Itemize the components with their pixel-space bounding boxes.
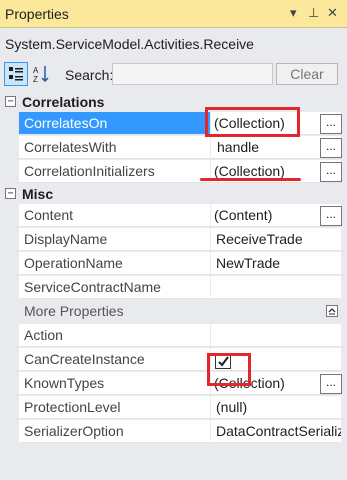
property-row[interactable]: Action	[0, 324, 347, 348]
property-name[interactable]: OperationName	[19, 252, 210, 275]
property-name[interactable]: SerializerOption	[19, 420, 210, 443]
property-row[interactable]: CorrelatesOn (Collection) ...	[0, 112, 347, 136]
ellipsis-button[interactable]: ...	[320, 114, 342, 134]
annotation-strikethrough	[200, 178, 301, 181]
property-value[interactable]: ReceiveTrade	[211, 228, 341, 251]
more-properties-label: More Properties	[19, 300, 341, 323]
panel-footer	[0, 462, 347, 480]
category-misc: − Misc	[0, 184, 347, 204]
property-value[interactable]: NewTrade	[211, 252, 341, 275]
categorized-view-button[interactable]	[4, 62, 28, 86]
selected-object-type: System.ServiceModel.Activities.Receive	[5, 36, 254, 52]
property-row[interactable]: CanCreateInstance	[0, 348, 347, 372]
property-row[interactable]: OperationName NewTrade	[0, 252, 347, 276]
property-value[interactable]	[211, 324, 341, 347]
can-create-instance-checkbox[interactable]	[215, 353, 231, 369]
collapse-toggle-icon[interactable]: −	[5, 96, 16, 107]
checkmark-icon	[218, 356, 229, 367]
property-name[interactable]: CorrelatesOn	[19, 112, 210, 135]
svg-text:Z: Z	[33, 75, 38, 83]
categorized-icon	[9, 67, 23, 81]
search-input[interactable]	[112, 63, 273, 85]
pin-icon[interactable]: ⊥	[308, 5, 319, 21]
category-label: Misc	[22, 186, 54, 202]
collapse-toggle-icon[interactable]: −	[5, 188, 16, 199]
property-name[interactable]: DisplayName	[19, 228, 210, 251]
dropdown-icon[interactable]: ▾	[290, 5, 297, 21]
ellipsis-button[interactable]: ...	[320, 138, 342, 158]
more-properties-header[interactable]: More Properties	[0, 300, 347, 324]
property-value[interactable]: DataContractSerializer	[211, 420, 341, 443]
property-row[interactable]: KnownTypes (Collection) ...	[0, 372, 347, 396]
svg-text:A: A	[33, 66, 39, 75]
property-grid: − Correlations CorrelatesOn (Collection)…	[0, 92, 347, 444]
collapse-up-icon[interactable]	[326, 305, 338, 317]
property-row[interactable]: SerializerOption DataContractSerializer	[0, 420, 347, 444]
property-name[interactable]: ServiceContractName	[19, 276, 210, 299]
property-row[interactable]: Content (Content) ...	[0, 204, 347, 228]
ellipsis-button[interactable]: ...	[320, 206, 342, 226]
property-toolbar: A Z Search: Clear	[0, 60, 347, 88]
property-value[interactable]	[211, 276, 341, 299]
property-name[interactable]: CorrelatesWith	[19, 136, 210, 159]
sort-az-icon: A Z	[33, 66, 49, 83]
ellipsis-button[interactable]: ...	[320, 162, 342, 182]
category-label: Correlations	[22, 94, 105, 110]
ellipsis-button[interactable]: ...	[320, 374, 342, 394]
window-title: Properties	[5, 6, 69, 22]
category-correlations: − Correlations	[0, 92, 347, 112]
property-name[interactable]: CanCreateInstance	[19, 348, 210, 371]
property-row[interactable]: ProtectionLevel (null)	[0, 396, 347, 420]
clear-button[interactable]: Clear	[276, 63, 338, 85]
property-row[interactable]: ServiceContractName	[0, 276, 347, 300]
property-name[interactable]: CorrelationInitializers	[19, 160, 210, 183]
property-value[interactable]: (null)	[211, 396, 341, 419]
alphabetical-view-button[interactable]: A Z	[30, 62, 54, 86]
property-row[interactable]: DisplayName ReceiveTrade	[0, 228, 347, 252]
property-name[interactable]: KnownTypes	[19, 372, 210, 395]
search-label: Search:	[65, 67, 114, 83]
property-name[interactable]: ProtectionLevel	[19, 396, 210, 419]
title-bar: Properties ▾ ⊥ ✕	[0, 0, 347, 28]
property-row[interactable]: CorrelatesWith handle ...	[0, 136, 347, 160]
close-icon[interactable]: ✕	[327, 5, 338, 21]
property-name[interactable]: Content	[19, 204, 210, 227]
property-name[interactable]: Action	[19, 324, 210, 347]
